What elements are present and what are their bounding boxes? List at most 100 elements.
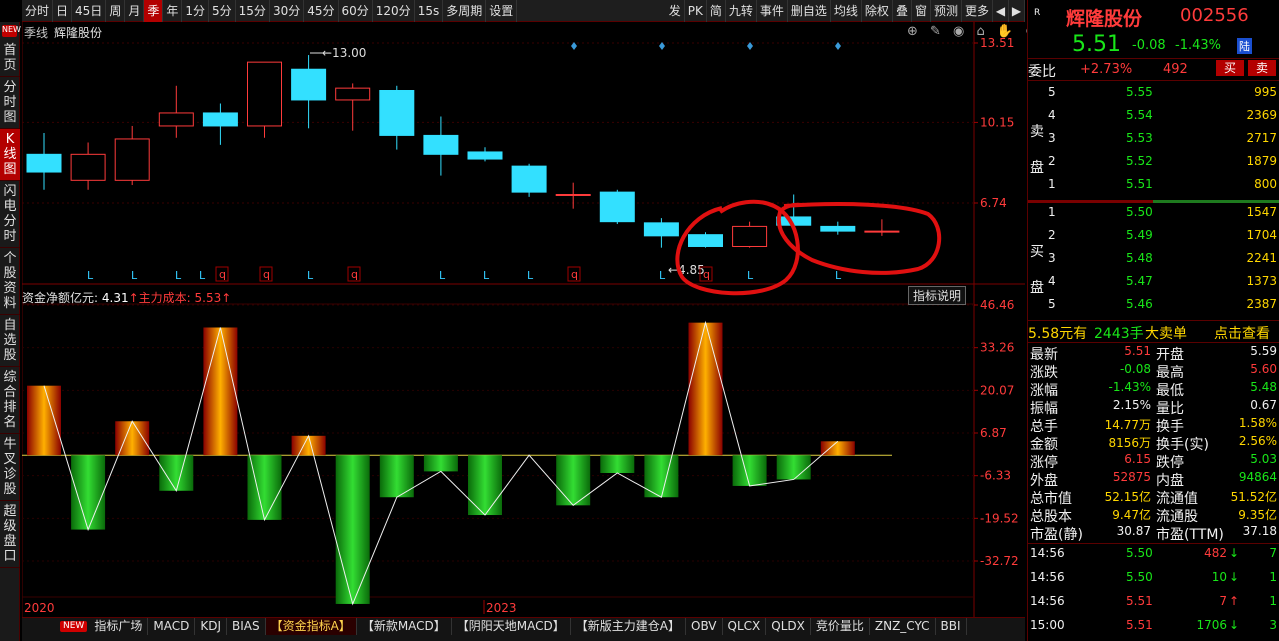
toolbar-action[interactable]: 窗: [912, 0, 931, 22]
period-tab[interactable]: 60分: [339, 0, 373, 22]
sell-button[interactable]: 卖: [1248, 60, 1276, 76]
indicator-tab[interactable]: BIAS: [227, 618, 266, 635]
kline-chart[interactable]: 13.5110.156.74←13.00←4.85L L L Lq q Lq L L Lq Lq L…: [22, 22, 1025, 617]
period-tab[interactable]: 15s: [415, 0, 444, 22]
ask-level: 2: [1048, 154, 1056, 168]
last-price: 5.51: [1072, 32, 1121, 57]
buy-side-label: 买盘: [1030, 244, 1044, 296]
left-nav-item[interactable]: 个股资料: [0, 248, 20, 315]
toolbar-action[interactable]: 除权: [862, 0, 893, 22]
signal-marker: q: [567, 266, 581, 282]
toolbar-action[interactable]: 叠: [893, 0, 912, 22]
period-tab[interactable]: 日: [53, 0, 73, 22]
left-nav-item[interactable]: 首页: [0, 40, 20, 77]
stat-value: 51.52亿: [1230, 490, 1277, 504]
period-tab[interactable]: 多周期: [443, 0, 487, 22]
divider: [1028, 80, 1279, 81]
stat-value: 2.15%: [1112, 398, 1151, 412]
candle: [70, 142, 106, 190]
prev-arrow-icon[interactable]: ◀: [993, 0, 1009, 22]
indicator-tab[interactable]: 【新版主力建仓A】: [571, 618, 686, 635]
indicator-axis-label: -32.72: [980, 554, 1019, 568]
indicator-tab[interactable]: KDJ: [195, 618, 227, 635]
period-tab[interactable]: 年: [163, 0, 183, 22]
indicator-tab[interactable]: 【资金指标A】: [265, 618, 357, 635]
indicator-tab[interactable]: OBV: [686, 618, 723, 635]
ask-volume: 800: [1254, 177, 1277, 191]
period-tab[interactable]: 5分: [209, 0, 236, 22]
sell-side-label: 卖盘: [1030, 124, 1044, 176]
signal-diamond-icon: [835, 42, 841, 50]
next-arrow-icon[interactable]: ▶: [1009, 0, 1025, 22]
svg-text:q: q: [351, 268, 358, 281]
candle: [247, 61, 282, 138]
left-nav-item[interactable]: 自选股: [0, 315, 20, 367]
fund-flow-bar: [247, 455, 282, 520]
left-nav-item[interactable]: 牛叉诊股: [0, 434, 20, 501]
indicator-tab[interactable]: BBI: [936, 618, 967, 635]
stat-label: 最低: [1156, 383, 1184, 399]
toolbar-action[interactable]: 事件: [757, 0, 788, 22]
left-nav-item[interactable]: 闪电分时: [0, 181, 20, 248]
candle: [820, 221, 856, 235]
left-nav-item[interactable]: 综合排名: [0, 367, 20, 434]
stat-value: 5.59: [1250, 344, 1277, 358]
period-tab[interactable]: 设置: [486, 0, 518, 22]
ask-volume: 995: [1254, 85, 1277, 99]
indicator-tab[interactable]: 竞价量比: [811, 618, 870, 635]
period-tab[interactable]: 45分: [304, 0, 339, 22]
period-tab[interactable]: 季: [144, 0, 164, 22]
indicator-tab[interactable]: 【新款MACD】: [357, 618, 452, 635]
period-tab[interactable]: 15分: [236, 0, 270, 22]
ask-price: 5.54: [1126, 108, 1153, 122]
candle: [379, 85, 415, 150]
period-tab[interactable]: 月: [125, 0, 145, 22]
bid-price: 5.46: [1126, 297, 1153, 311]
indicator-help-button[interactable]: 指标说明: [908, 286, 967, 305]
left-nav-item[interactable]: K线图: [0, 129, 20, 181]
high-price-tag: ←13.00: [322, 46, 366, 60]
new-badge: NEW: [60, 621, 88, 632]
period-tab[interactable]: 周: [106, 0, 126, 22]
toolbar-action[interactable]: 发: [666, 0, 685, 22]
indicator-tab[interactable]: MACD: [148, 618, 196, 635]
period-tab[interactable]: 120分: [373, 0, 415, 22]
left-nav-item[interactable]: 超级盘口: [0, 501, 20, 568]
signal-marker: L: [527, 269, 534, 282]
indicator-tab[interactable]: 指标广场: [89, 618, 149, 635]
period-tab[interactable]: 30分: [270, 0, 305, 22]
weibi-label: 委比: [1028, 64, 1056, 80]
toolbar-action[interactable]: 预测: [931, 0, 962, 22]
buy-button[interactable]: 买: [1216, 60, 1244, 76]
price-change-pct: -1.43%: [1175, 38, 1221, 53]
indicator-tab[interactable]: 【阴阳天地MACD】: [452, 618, 571, 635]
price-axis-label: 6.74: [980, 196, 1007, 210]
toolbar-action[interactable]: PK: [685, 0, 707, 22]
toolbar-action[interactable]: 更多: [962, 0, 993, 22]
indicator-tab[interactable]: QLDX: [766, 618, 811, 635]
left-nav-item[interactable]: 分时图: [0, 77, 20, 129]
period-tab[interactable]: 1分: [182, 0, 210, 22]
toolbar-action[interactable]: 删自选: [788, 0, 831, 22]
toolbar-action[interactable]: 均线: [831, 0, 862, 22]
ask-price: 5.55: [1126, 85, 1153, 99]
chart-area[interactable]: 13.51 10.15 6.74 ←13.00 ←4.85 L L L Lq q Lq L L Lq Lq L…: [22, 22, 1059, 617]
tick-count: 1: [1269, 594, 1277, 608]
divider: [1028, 200, 1153, 203]
period-tab[interactable]: 分时: [22, 0, 54, 22]
stat-value: 5.51: [1124, 344, 1151, 358]
ask-volume: 1879: [1246, 154, 1277, 168]
toolbar-action[interactable]: 简: [707, 0, 726, 22]
indicator-tab[interactable]: ZNZ_CYC: [870, 618, 936, 635]
fund-flow-bar: [732, 455, 767, 486]
indicator-tab[interactable]: QLCX: [723, 618, 767, 635]
period-tab[interactable]: 45日: [72, 0, 107, 22]
big-order-link[interactable]: 点击查看: [1214, 323, 1270, 343]
ask-price: 5.52: [1126, 154, 1153, 168]
indicator-tabs: NEW 指标广场 MACD KDJ BIAS 【资金指标A】 【新款MACD】 【阴阳天地MA…: [22, 617, 1025, 641]
bid-volume: 1547: [1246, 205, 1277, 219]
signal-marker: L: [747, 269, 754, 282]
signal-marker: L: [835, 269, 842, 282]
fund-flow-bar: [379, 455, 414, 498]
toolbar-action[interactable]: 九转: [726, 0, 757, 22]
